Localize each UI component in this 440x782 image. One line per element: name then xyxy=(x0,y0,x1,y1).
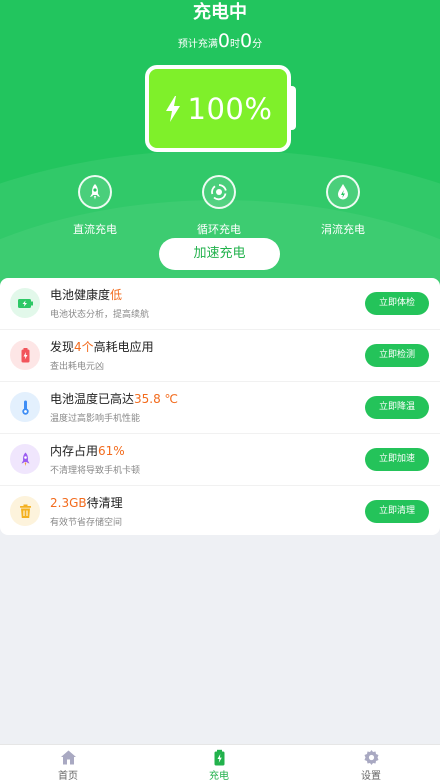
item-title-suffix: 待清理 xyxy=(86,496,123,510)
item-highlight: 低 xyxy=(110,288,123,302)
mode-label: 循环充电 xyxy=(197,223,241,236)
tab-settings[interactable]: 设置 xyxy=(331,749,411,782)
tab-label: 充电 xyxy=(209,771,229,782)
clean-storage-button[interactable]: 立即清理 xyxy=(365,500,429,523)
cool-down-button[interactable]: 立即降温 xyxy=(365,396,429,419)
mode-cycle-charge[interactable]: 循环充电 xyxy=(174,175,264,237)
optimization-list: 电池健康度低 电池状态分析，提高续航 立即体检 发现4个高耗电应用 查出耗电元凶… xyxy=(0,278,440,535)
item-subtitle: 电池状态分析，提高续航 xyxy=(50,310,150,320)
item-highlight: 2.3GB xyxy=(50,496,87,510)
home-icon xyxy=(60,750,76,765)
item-title: 电池温度已高达 xyxy=(50,392,135,406)
tab-label: 首页 xyxy=(58,771,78,782)
item-title: 发现 xyxy=(50,340,75,354)
battery-percent: 100% xyxy=(187,91,273,126)
list-item: 电池温度已高达35.8 ℃ 温度过高影响手机性能 立即降温 xyxy=(0,382,440,434)
item-title: 电池健康度 xyxy=(50,288,111,302)
lightning-bolt-icon xyxy=(165,95,180,122)
item-highlight: 35.8 ℃ xyxy=(134,392,179,406)
item-highlight: 61% xyxy=(98,444,125,458)
trash-icon xyxy=(10,496,40,526)
mode-label: 直流充电 xyxy=(73,223,117,236)
mode-label: 涓流充电 xyxy=(321,223,365,236)
rocket-memory-icon xyxy=(10,444,40,474)
item-subtitle: 查出耗电元凶 xyxy=(50,362,105,372)
item-subtitle: 温度过高影响手机性能 xyxy=(50,414,141,424)
battery-cap xyxy=(289,86,296,130)
tab-label: 设置 xyxy=(361,771,381,782)
item-title: 内存占用 xyxy=(50,444,99,458)
check-battery-button[interactable]: 立即体检 xyxy=(365,292,429,315)
charging-hero: 充电中 预计充满0时0分 100% 直流充电 循环充电 涓流充电 加速充电 xyxy=(0,0,440,290)
charge-eta: 预计充满0时0分 xyxy=(177,30,263,52)
boost-charge-button[interactable]: 加速充电 xyxy=(159,238,280,270)
settings-gear-icon xyxy=(364,750,378,765)
speed-up-button[interactable]: 立即加速 xyxy=(365,448,429,471)
mode-dc-charge[interactable]: 直流充电 xyxy=(50,175,140,237)
bottom-tab-bar: 首页 充电 设置 xyxy=(0,744,440,782)
list-item: 2.3GB待清理 有效节省存储空间 立即清理 xyxy=(0,486,440,538)
charge-icon xyxy=(214,749,224,766)
item-subtitle: 有效节省存储空间 xyxy=(50,518,123,528)
list-item: 内存占用61% 不清理将导致手机卡顿 立即加速 xyxy=(0,434,440,486)
battery-drain-icon xyxy=(10,340,40,370)
item-highlight: 4个 xyxy=(74,340,94,354)
tab-home[interactable]: 首页 xyxy=(28,749,108,782)
rocket-icon xyxy=(78,175,112,209)
list-item: 发现4个高耗电应用 查出耗电元凶 立即检测 xyxy=(0,330,440,382)
mode-trickle-charge[interactable]: 涓流充电 xyxy=(298,175,388,237)
battery-health-icon xyxy=(10,288,40,318)
drop-bolt-icon xyxy=(326,175,360,209)
item-title-suffix: 高耗电应用 xyxy=(93,340,154,354)
list-item: 电池健康度低 电池状态分析，提高续航 立即体检 xyxy=(0,278,440,330)
item-subtitle: 不清理将导致手机卡顿 xyxy=(50,466,141,476)
thermometer-icon xyxy=(10,392,40,422)
page-title: 充电中 xyxy=(193,2,247,23)
detect-apps-button[interactable]: 立即检测 xyxy=(365,344,429,367)
battery-gauge: 100% xyxy=(145,65,291,152)
tab-charge[interactable]: 充电 xyxy=(179,749,259,782)
cycle-icon xyxy=(202,175,236,209)
